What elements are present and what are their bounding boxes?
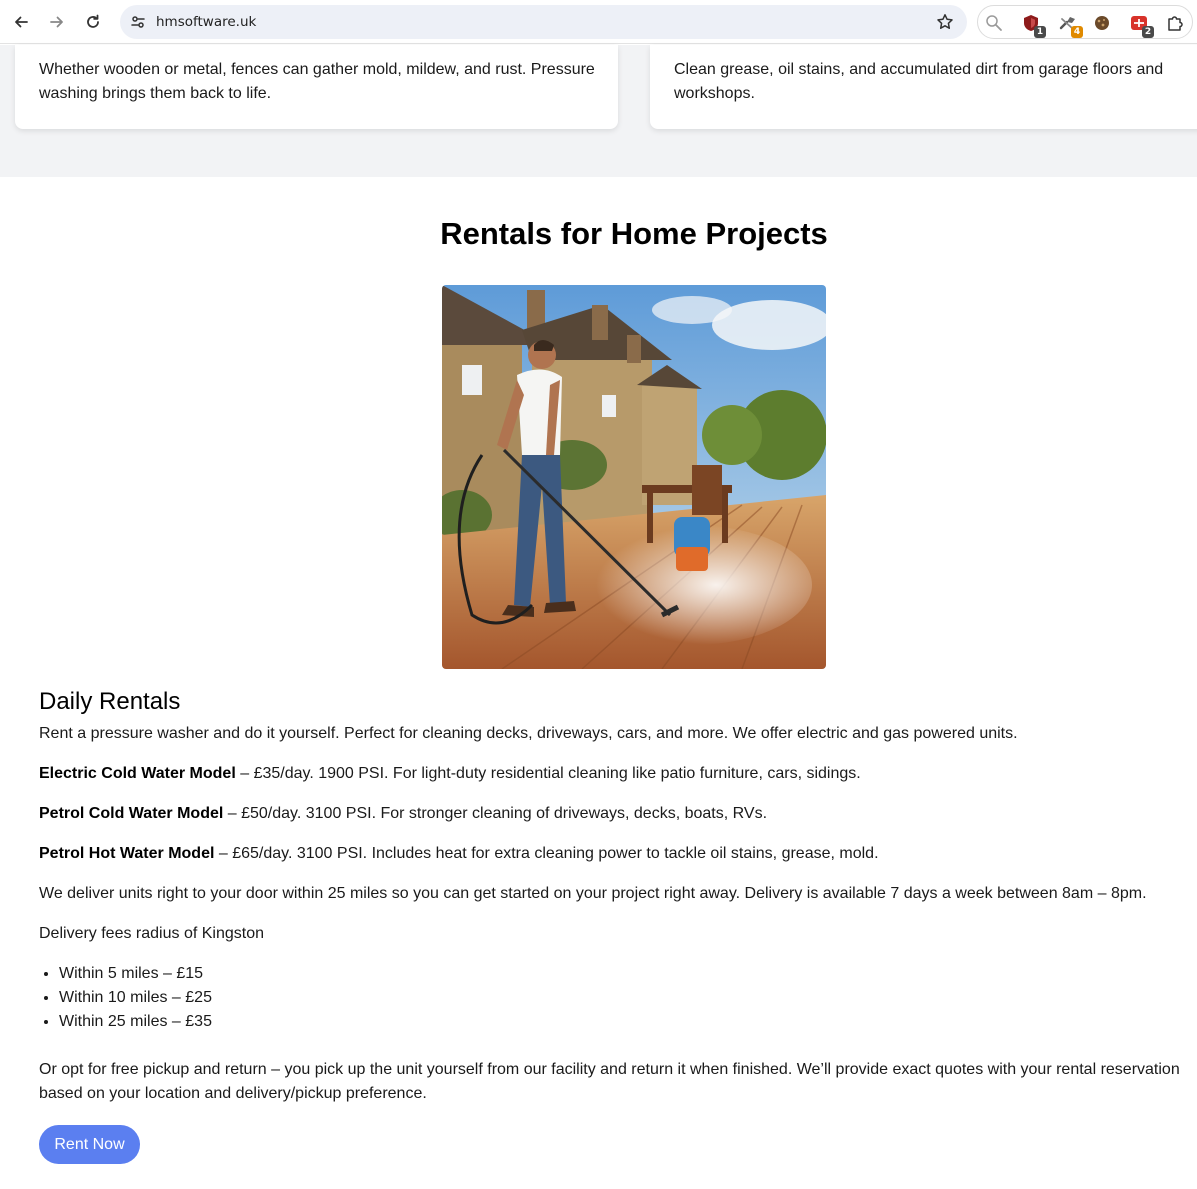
tools-extension-icon[interactable]: 4 [1058,13,1083,38]
model-detail: – £65/day. 3100 PSI. Includes heat for e… [214,845,879,862]
list-item: Within 10 miles – £25 [59,986,1197,1010]
delivery-info: We deliver units right to your door with… [39,885,1147,902]
daily-rentals-heading: Daily Rentals [39,688,181,715]
service-card-fences: Whether wooden or metal, fences can gath… [15,45,618,129]
search-extension-icon[interactable] [984,13,1004,33]
reload-icon [87,14,99,28]
url-text[interactable]: hmsoftware.uk [156,14,256,30]
pressure-washing-image [442,285,826,669]
back-button[interactable] [7,8,35,36]
address-bar[interactable]: hmsoftware.uk [120,5,967,39]
model-name: Petrol Hot Water Model [39,845,215,862]
cookie-extension-icon[interactable] [1092,13,1112,33]
daily-rentals-content: Daily Rentals Rent a pressure washer and… [39,686,1197,1122]
puzzle-extensions-icon[interactable] [1165,13,1185,33]
forward-arrow-icon [50,16,63,28]
model-name: Electric Cold Water Model [39,765,236,782]
reload-button[interactable] [79,8,107,36]
model-petrol-cold: Petrol Cold Water Model – £50/day. 3100 … [39,802,1197,826]
list-item: Within 5 miles – £15 [59,962,1197,986]
service-card-garage: Clean grease, oil stains, and accumulate… [650,45,1197,129]
rent-now-button[interactable]: Rent Now [39,1125,140,1164]
delivery-fees-heading: Delivery fees radius of Kingston [39,925,264,942]
forward-button[interactable] [43,8,71,36]
model-petrol-hot: Petrol Hot Water Model – £65/day. 3100 P… [39,842,1197,866]
rentals-title: Rentals for Home Projects [440,216,828,251]
list-item: Within 25 miles – £35 [59,1010,1197,1034]
model-detail: – £50/day. 3100 PSI. For stronger cleani… [223,805,768,822]
pickup-info: Or opt for free pickup and return – you … [39,1061,1180,1102]
star-icon[interactable] [935,12,955,32]
shield-extension-badge: 1 [1034,26,1046,38]
site-settings-icon[interactable] [128,12,148,32]
tools-extension-badge: 4 [1071,26,1083,38]
rentals-intro: Rent a pressure washer and do it yoursel… [39,725,1018,742]
shield-extension-icon[interactable]: 1 [1021,13,1046,38]
model-electric-cold: Electric Cold Water Model – £35/day. 190… [39,762,1197,786]
browser-toolbar: hmsoftware.uk 1 4 2 [0,0,1197,44]
model-name: Petrol Cold Water Model [39,805,224,822]
red-extension-icon[interactable]: 2 [1129,13,1154,38]
model-detail: – £35/day. 1900 PSI. For light-duty resi… [235,765,861,782]
delivery-fees-list: Within 5 miles – £15 Within 10 miles – £… [59,962,1197,1034]
back-arrow-icon [15,16,28,28]
service-card-text: Whether wooden or metal, fences can gath… [39,61,595,102]
extensions-area: 1 4 2 [977,5,1193,39]
red-extension-badge: 2 [1142,26,1154,38]
service-card-text: Clean grease, oil stains, and accumulate… [674,61,1164,102]
